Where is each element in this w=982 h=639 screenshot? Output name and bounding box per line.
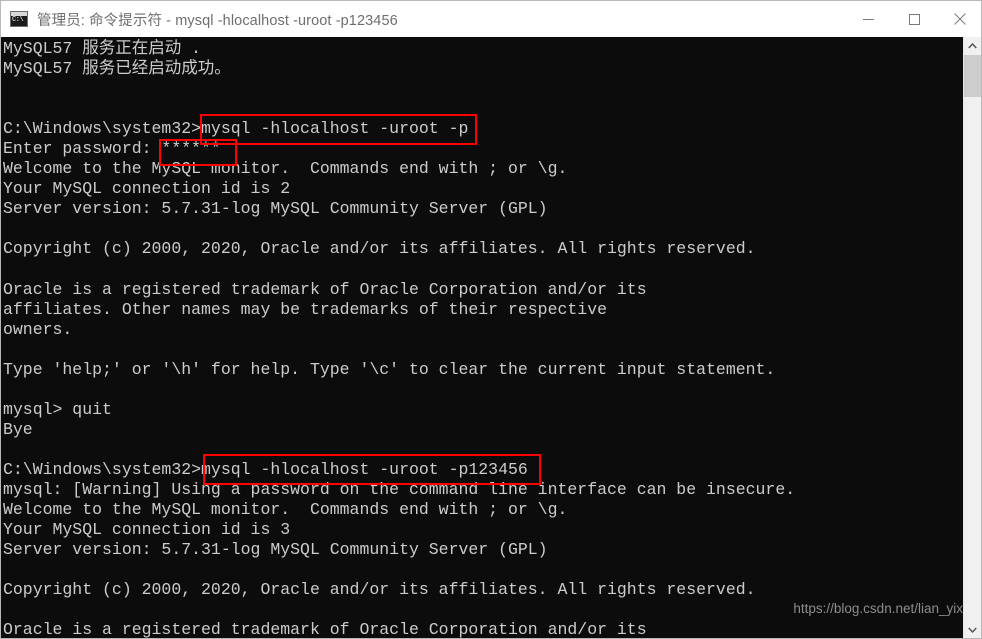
title-bar[interactable]: 管理员: 命令提示符 - mysql -hlocalhost -uroot -p… (1, 1, 981, 37)
minimize-button[interactable] (845, 1, 891, 37)
window-title: 管理员: 命令提示符 - mysql -hlocalhost -uroot -p… (37, 12, 398, 29)
scrollbar-track[interactable] (964, 97, 981, 621)
window-controls (845, 1, 981, 37)
scrollbar-thumb[interactable] (964, 55, 981, 97)
close-button[interactable] (937, 1, 981, 37)
vertical-scrollbar[interactable] (963, 37, 981, 638)
command-prompt-window: 管理员: 命令提示符 - mysql -hlocalhost -uroot -p… (0, 0, 982, 639)
cmd-console-icon (10, 11, 28, 27)
maximize-button[interactable] (891, 1, 937, 37)
console-text: MySQL57 服务正在启动 . MySQL57 服务已经启动成功。 C:\Wi… (3, 39, 796, 639)
chevron-up-icon[interactable] (964, 37, 981, 55)
console-output-area[interactable]: MySQL57 服务正在启动 . MySQL57 服务已经启动成功。 C:\Wi… (1, 37, 981, 639)
watermark-url: https://blog.csdn.net/lian_yix (793, 601, 963, 616)
chevron-down-icon[interactable] (964, 621, 981, 638)
